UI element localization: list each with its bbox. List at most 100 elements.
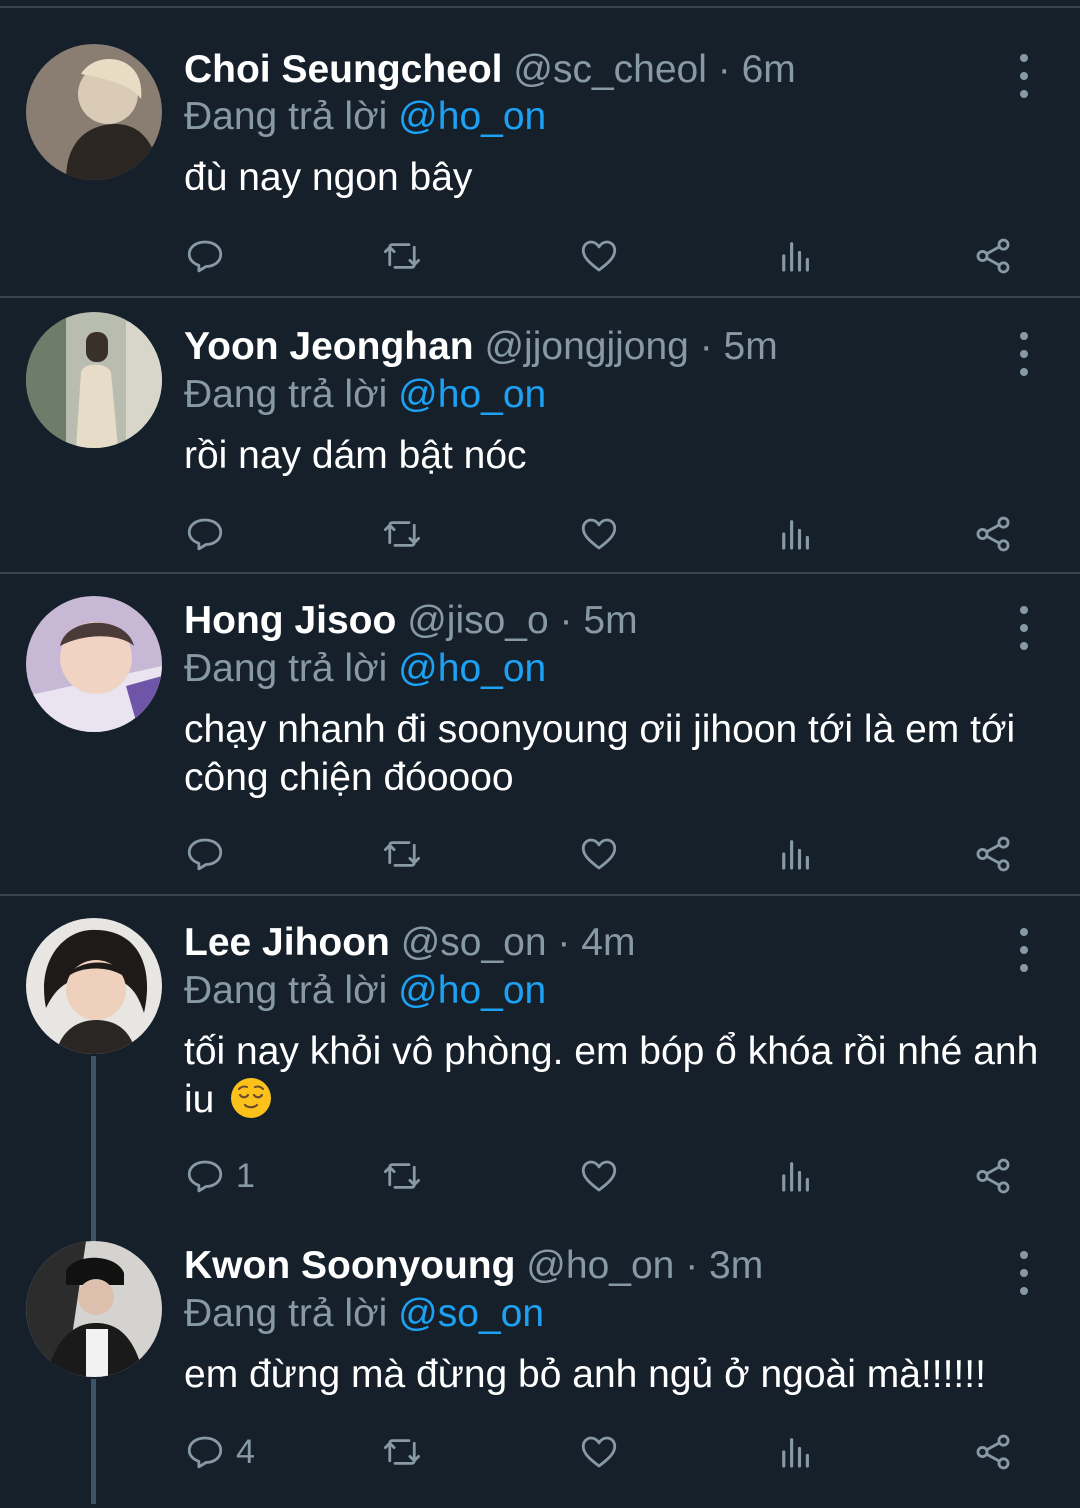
tweet-text: tối nay khỏi vô phòng. em bóp ổ khóa rồi… bbox=[184, 1028, 1054, 1124]
display-name[interactable]: Kwon Soonyoung bbox=[184, 1244, 515, 1287]
tweet-header: Kwon Soonyoung @ho_on · 3m bbox=[184, 1241, 1000, 1291]
replying-to: Đang trả lời @so_on bbox=[184, 1289, 544, 1339]
replying-to: Đang trả lời @ho_on bbox=[184, 966, 546, 1016]
separator-dot: · bbox=[699, 325, 713, 368]
replying-to-handle[interactable]: @ho_on bbox=[398, 969, 546, 1012]
retweet-icon bbox=[383, 243, 421, 269]
timestamp[interactable]: 3m bbox=[709, 1244, 763, 1287]
retweet-icon bbox=[383, 1439, 421, 1465]
thread-line bbox=[91, 1219, 96, 1243]
separator-dot: · bbox=[559, 599, 573, 642]
heart-icon bbox=[581, 838, 617, 870]
timestamp[interactable]: 4m bbox=[581, 921, 635, 964]
display-name[interactable]: Lee Jihoon bbox=[184, 921, 390, 964]
replying-to-handle[interactable]: @so_on bbox=[398, 1292, 544, 1335]
analytics-icon bbox=[782, 242, 809, 272]
tweet-text: đù nay ngon bây bbox=[184, 156, 473, 199]
user-handle[interactable]: @jiso_o bbox=[407, 599, 549, 642]
analytics-button[interactable] bbox=[775, 512, 817, 556]
retweet-button[interactable] bbox=[381, 1430, 423, 1474]
retweet-icon bbox=[383, 521, 421, 547]
replying-to-label: Đang trả lời bbox=[184, 969, 388, 1012]
like-button[interactable] bbox=[578, 832, 620, 876]
tweet[interactable]: Kwon Soonyoung @ho_on · 3m Đang trả lời … bbox=[0, 1219, 1080, 1504]
reply-button[interactable] bbox=[184, 512, 236, 556]
analytics-button[interactable] bbox=[775, 234, 817, 278]
share-icon bbox=[976, 516, 1010, 552]
avatar[interactable] bbox=[26, 918, 162, 1054]
more-icon[interactable] bbox=[1006, 928, 1042, 972]
like-button[interactable] bbox=[578, 234, 620, 278]
more-icon[interactable] bbox=[1006, 332, 1042, 376]
reply-icon bbox=[187, 1160, 223, 1193]
display-name[interactable]: Yoon Jeonghan bbox=[184, 325, 474, 368]
share-icon bbox=[976, 836, 1010, 872]
retweet-button[interactable] bbox=[381, 832, 423, 876]
share-icon bbox=[976, 1158, 1010, 1194]
avatar[interactable] bbox=[26, 1241, 162, 1377]
retweet-button[interactable] bbox=[381, 1154, 423, 1198]
timestamp[interactable]: 5m bbox=[724, 325, 778, 368]
tweet-text-content: tối nay khỏi vô phòng. em bóp ổ khóa rồi… bbox=[184, 1030, 1039, 1121]
reply-button[interactable]: 4 bbox=[184, 1430, 255, 1474]
avatar[interactable] bbox=[26, 596, 162, 732]
tweet-header: Hong Jisoo @jiso_o · 5m bbox=[184, 596, 1000, 646]
user-handle[interactable]: @ho_on bbox=[526, 1244, 674, 1287]
share-button[interactable] bbox=[972, 234, 1014, 278]
separator-dot: · bbox=[717, 48, 731, 91]
retweet-icon bbox=[383, 1163, 421, 1189]
replying-to-handle[interactable]: @ho_on bbox=[398, 647, 546, 690]
share-icon bbox=[976, 238, 1010, 274]
analytics-button[interactable] bbox=[775, 1430, 817, 1474]
like-button[interactable] bbox=[578, 1154, 620, 1198]
tweet[interactable]: Lee Jihoon @so_on · 4m Đang trả lời @ho_… bbox=[0, 896, 1080, 1219]
avatar[interactable] bbox=[26, 312, 162, 448]
reply-count: 4 bbox=[236, 1432, 255, 1471]
share-button[interactable] bbox=[972, 512, 1014, 556]
heart-icon bbox=[581, 518, 617, 550]
more-icon[interactable] bbox=[1006, 54, 1042, 98]
share-button[interactable] bbox=[972, 832, 1014, 876]
user-handle[interactable]: @jjongjjong bbox=[484, 325, 688, 368]
analytics-button[interactable] bbox=[775, 1154, 817, 1198]
tweet-text: chạy nhanh đi soonyoung ơii jihoon tới l… bbox=[184, 708, 1016, 799]
timestamp[interactable]: 6m bbox=[742, 48, 796, 91]
reply-button[interactable]: 1 bbox=[184, 1154, 255, 1198]
replying-to-label: Đang trả lời bbox=[184, 373, 388, 416]
display-name[interactable]: Choi Seungcheol bbox=[184, 48, 503, 91]
like-button[interactable] bbox=[578, 512, 620, 556]
retweet-button[interactable] bbox=[381, 512, 423, 556]
replying-to-handle[interactable]: @ho_on bbox=[398, 373, 546, 416]
thread-line bbox=[91, 1056, 96, 1219]
share-button[interactable] bbox=[972, 1430, 1014, 1474]
reply-feed: Choi Seungcheol @sc_cheol · 6m Đang trả … bbox=[0, 8, 1080, 1504]
user-handle[interactable]: @so_on bbox=[401, 921, 547, 964]
heart-icon bbox=[581, 1160, 617, 1192]
analytics-icon bbox=[782, 1438, 809, 1468]
retweet-button[interactable] bbox=[381, 234, 423, 278]
analytics-icon bbox=[782, 840, 809, 870]
heart-icon bbox=[581, 240, 617, 272]
tweet[interactable]: Hong Jisoo @jiso_o · 5m Đang trả lời @ho… bbox=[0, 574, 1080, 896]
display-name[interactable]: Hong Jisoo bbox=[184, 599, 396, 642]
heart-icon bbox=[581, 1436, 617, 1468]
more-icon[interactable] bbox=[1006, 606, 1042, 650]
analytics-button[interactable] bbox=[775, 832, 817, 876]
replying-to-handle[interactable]: @ho_on bbox=[398, 95, 546, 138]
reply-icon bbox=[187, 240, 223, 273]
reply-button[interactable] bbox=[184, 832, 236, 876]
avatar[interactable] bbox=[26, 44, 162, 180]
like-button[interactable] bbox=[578, 1430, 620, 1474]
tweet[interactable]: Yoon Jeonghan @jjongjjong · 5m Đang trả … bbox=[0, 298, 1080, 574]
reply-button[interactable] bbox=[184, 234, 236, 278]
reply-icon bbox=[187, 838, 223, 871]
tweet-header: Lee Jihoon @so_on · 4m bbox=[184, 918, 1000, 968]
action-bar bbox=[184, 234, 1034, 278]
more-icon[interactable] bbox=[1006, 1251, 1042, 1295]
relieved-face-emoji bbox=[231, 1078, 272, 1118]
share-button[interactable] bbox=[972, 1154, 1014, 1198]
tweet[interactable]: Choi Seungcheol @sc_cheol · 6m Đang trả … bbox=[0, 8, 1080, 298]
timestamp[interactable]: 5m bbox=[583, 599, 637, 642]
replying-to-label: Đang trả lời bbox=[184, 1292, 388, 1335]
user-handle[interactable]: @sc_cheol bbox=[513, 48, 707, 91]
